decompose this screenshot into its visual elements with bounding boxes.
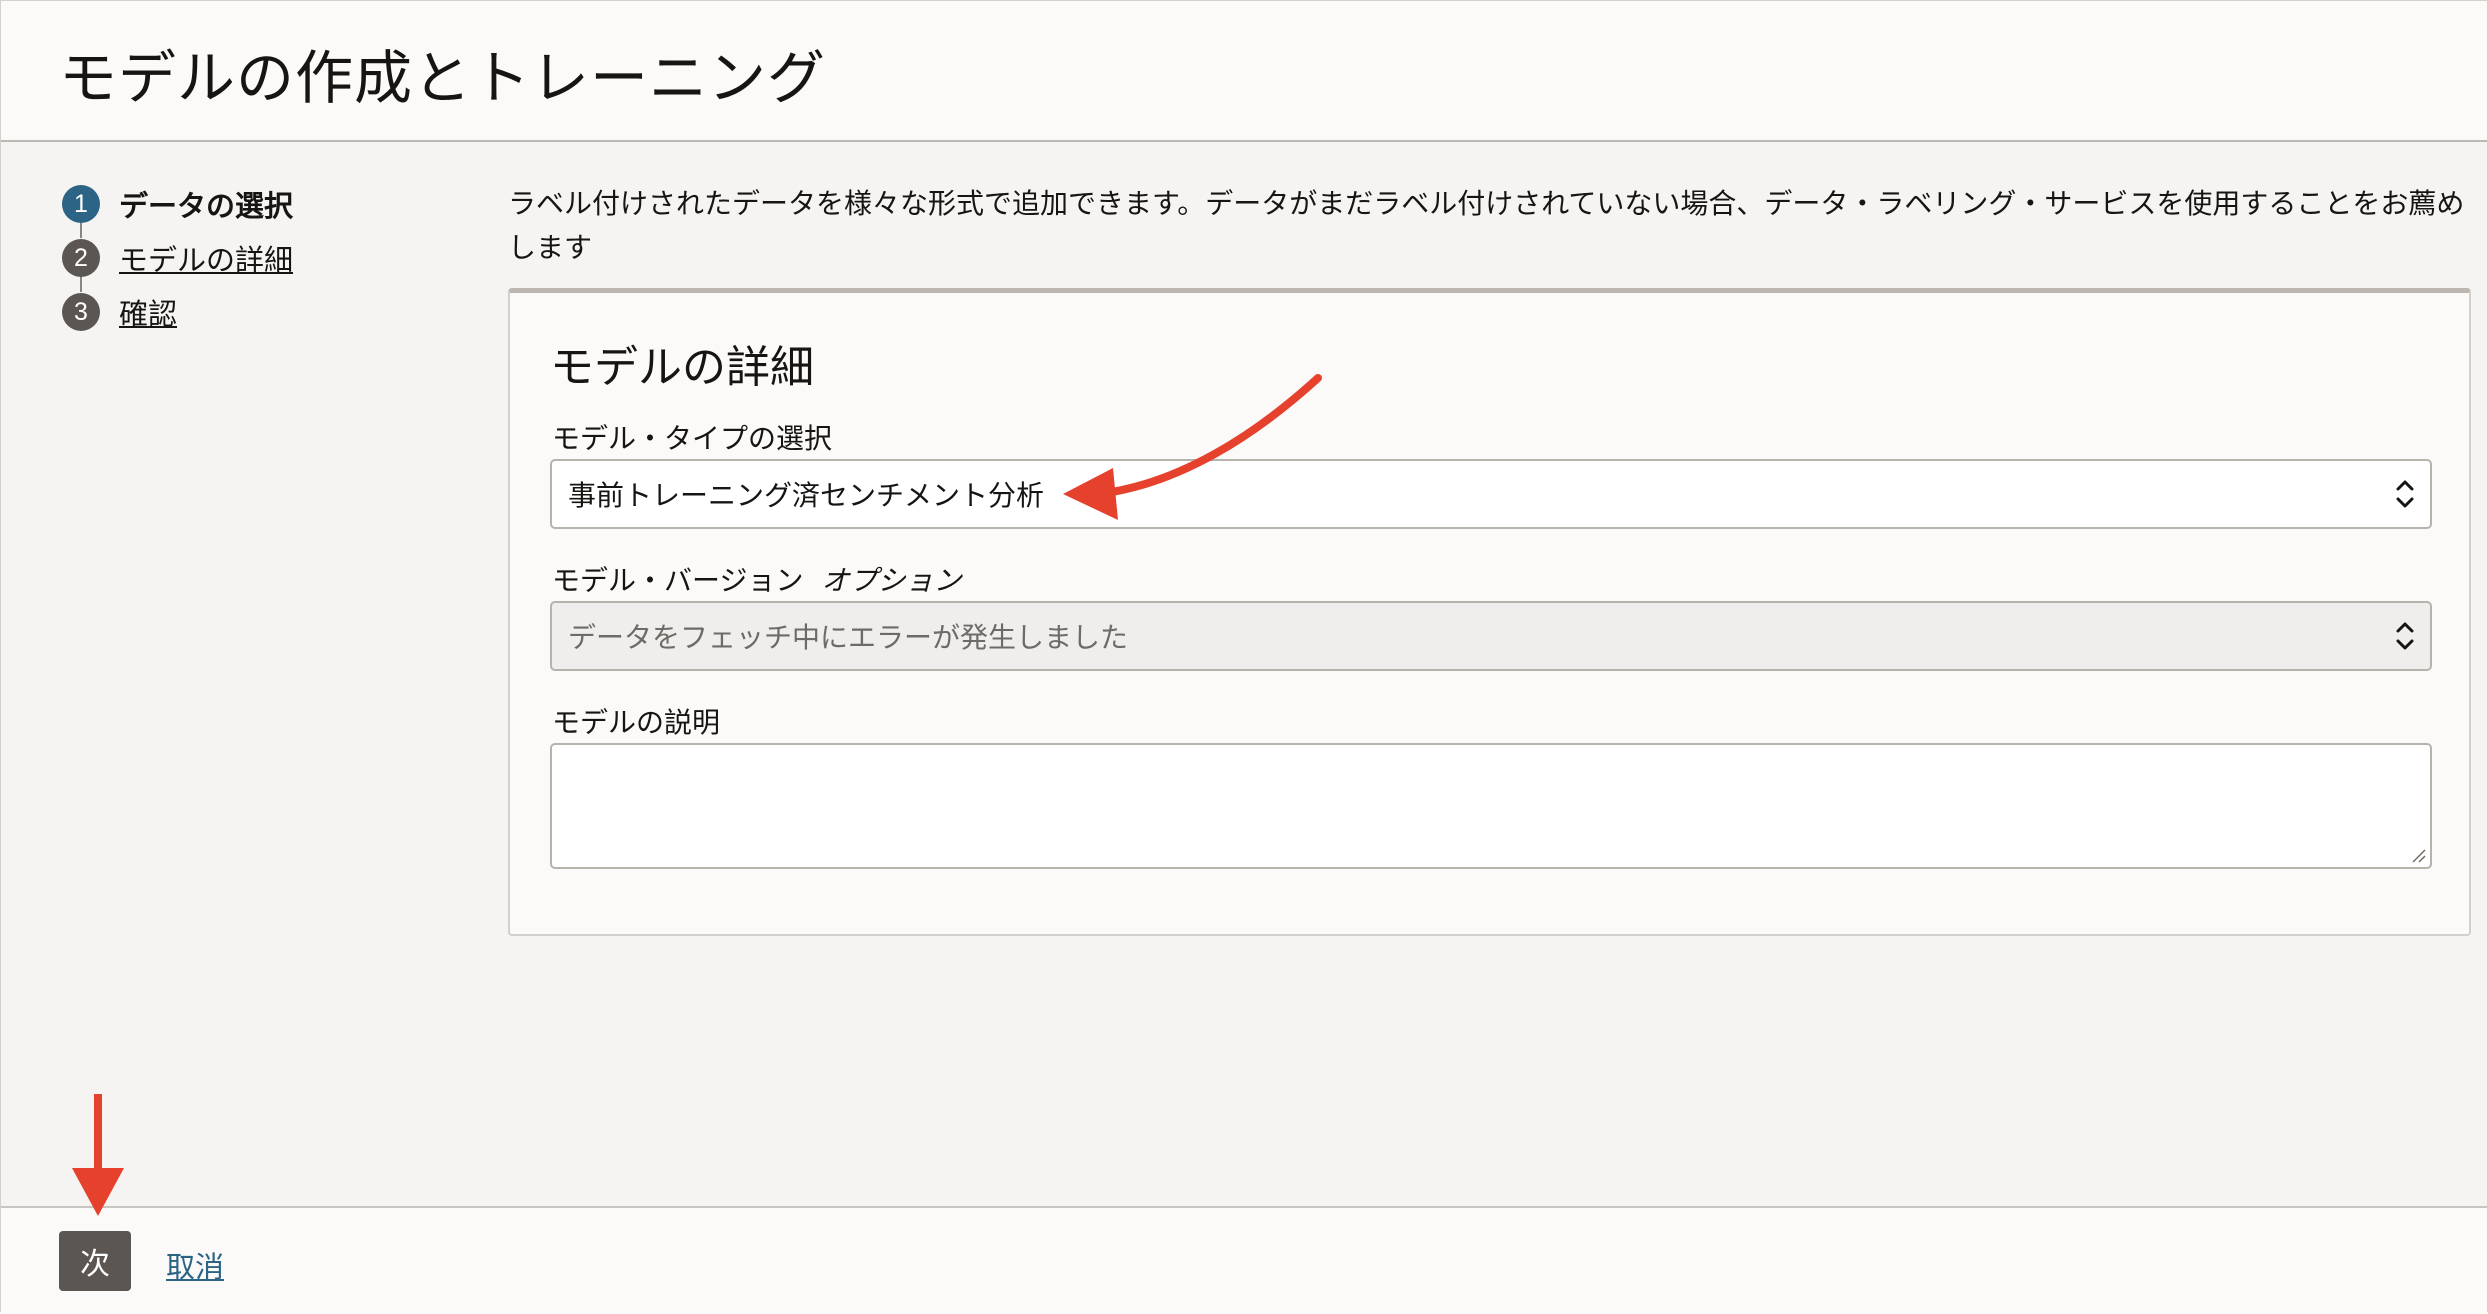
model-version-label-text: モデル・バージョン bbox=[552, 564, 804, 597]
step-connector bbox=[80, 276, 82, 292]
model-details-card: モデルの詳細 モデル・タイプの選択 事前トレーニング済センチメント分析 モデル・… bbox=[508, 288, 2471, 936]
step-label: モデルの詳細 bbox=[119, 243, 294, 277]
chevron-up-down-icon bbox=[2396, 480, 2414, 508]
step-number: 3 bbox=[62, 293, 100, 331]
page-footer: 次 取消 bbox=[1, 1206, 2487, 1314]
model-description-textarea[interactable] bbox=[550, 743, 2432, 869]
model-version-value: データをフェッチ中にエラーが発生しました bbox=[568, 621, 1129, 654]
step-connector bbox=[80, 222, 82, 238]
model-version-label: モデル・バージョン オプション bbox=[552, 559, 961, 599]
model-version-select: データをフェッチ中にエラーが発生しました bbox=[550, 601, 2432, 671]
step-number: 2 bbox=[62, 239, 100, 277]
step-model-details[interactable]: 2 モデルの詳細 bbox=[62, 238, 293, 278]
step-number: 1 bbox=[62, 185, 100, 223]
step-data-selection[interactable]: 1 データの選択 bbox=[62, 184, 293, 224]
model-description-label: モデルの説明 bbox=[552, 706, 721, 739]
cancel-link[interactable]: 取消 bbox=[166, 1244, 224, 1286]
model-type-value: 事前トレーニング済センチメント分析 bbox=[568, 479, 1045, 512]
model-type-select[interactable]: 事前トレーニング済センチメント分析 bbox=[550, 459, 2432, 529]
optional-tag: オプション bbox=[821, 564, 962, 597]
step-label: データの選択 bbox=[119, 189, 294, 223]
chevron-up-down-icon bbox=[2396, 622, 2414, 650]
intro-text: ラベル付けされたデータを様々な形式で追加できます。データがまだラベル付けされてい… bbox=[508, 187, 2465, 264]
card-title: モデルの詳細 bbox=[550, 342, 814, 393]
page-title: モデルの作成とトレーニング bbox=[59, 44, 827, 112]
page-header: モデルの作成とトレーニング bbox=[1, 1, 2487, 142]
resize-handle-icon[interactable] bbox=[2410, 847, 2426, 863]
next-button[interactable]: 次 bbox=[59, 1231, 131, 1291]
step-label: 確認 bbox=[119, 297, 178, 331]
step-review[interactable]: 3 確認 bbox=[62, 292, 177, 332]
model-type-label: モデル・タイプの選択 bbox=[552, 422, 833, 455]
